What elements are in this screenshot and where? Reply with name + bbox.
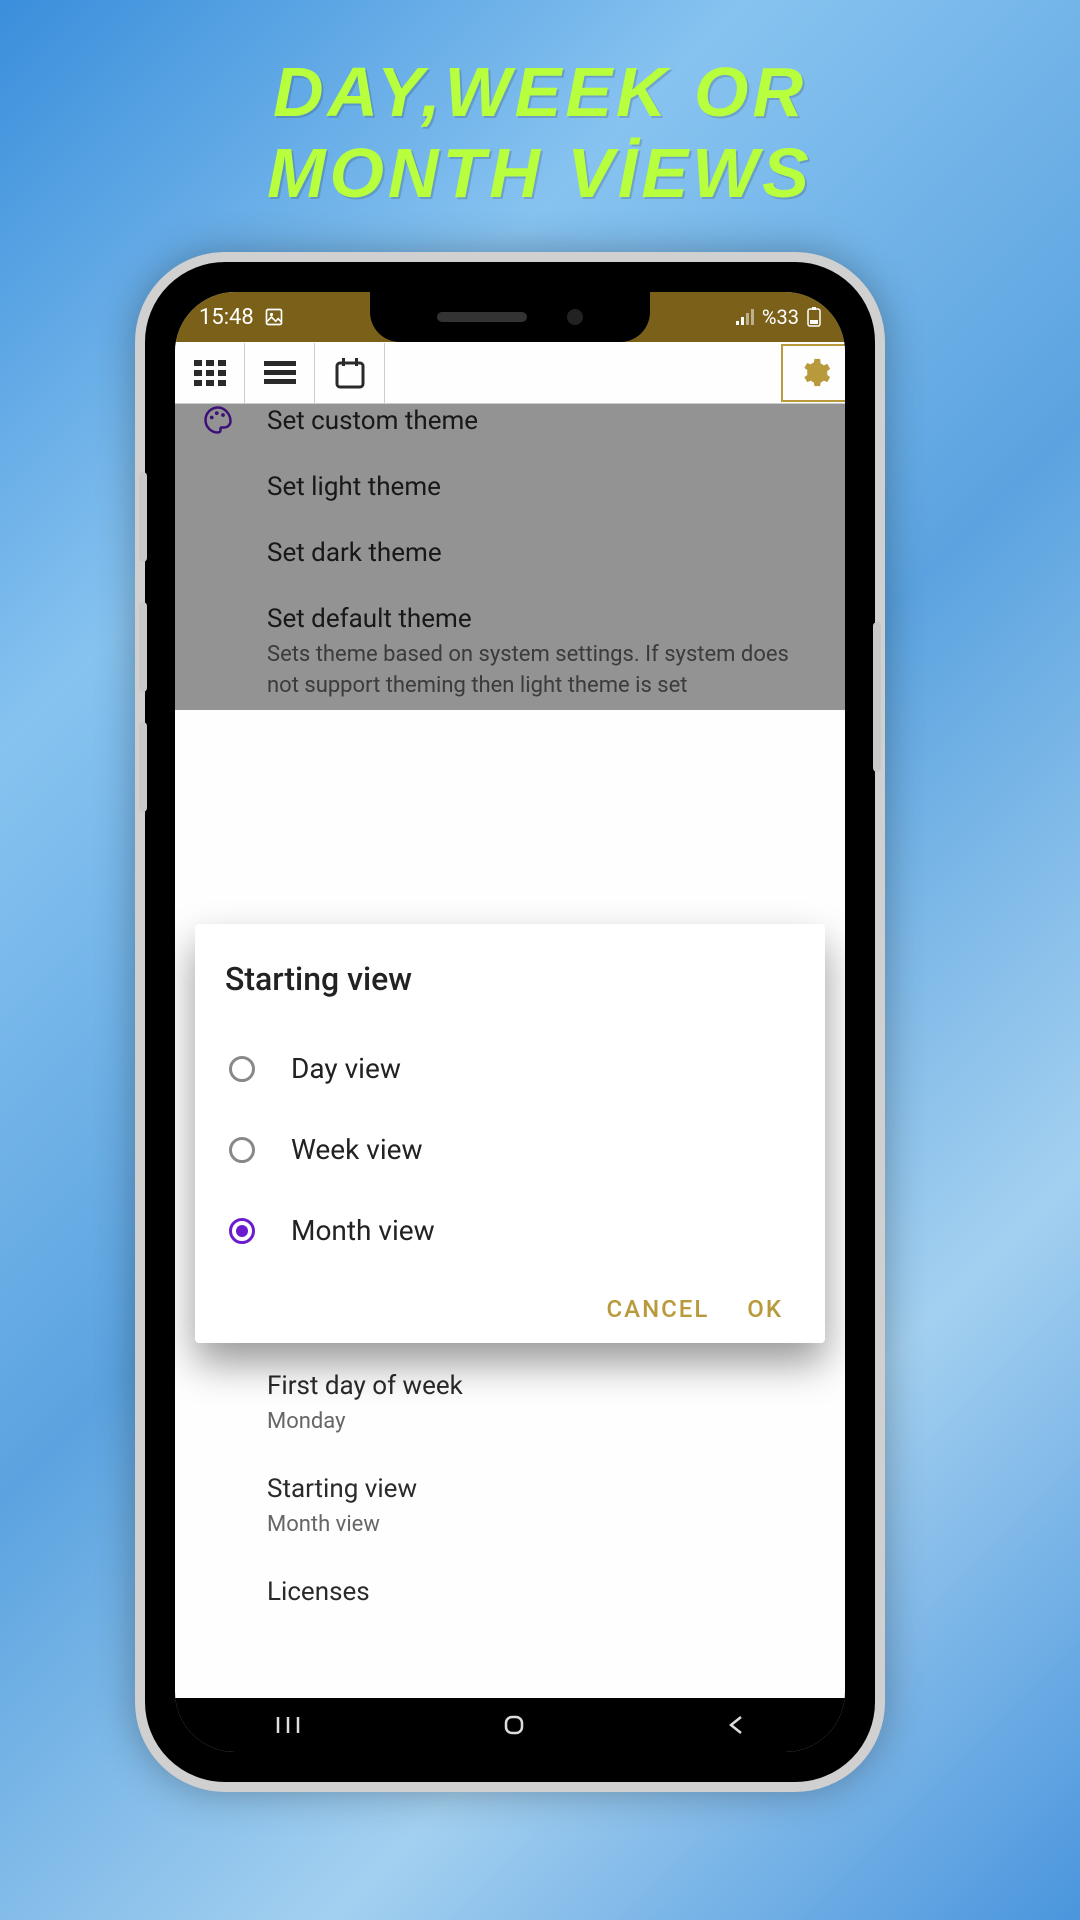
radio-label: Day view: [291, 1052, 401, 1085]
radio-icon-selected: [229, 1218, 255, 1244]
radio-label: Month view: [291, 1214, 435, 1247]
radio-icon: [229, 1137, 255, 1163]
modal-overlay[interactable]: [175, 404, 845, 710]
settings-content: Set custom theme Set light theme Set dar…: [175, 404, 845, 710]
radio-label: Week view: [291, 1133, 423, 1166]
list-view-button[interactable]: [245, 343, 315, 403]
image-icon: [264, 307, 284, 327]
settings-button[interactable]: [781, 344, 845, 402]
radio-icon: [229, 1056, 255, 1082]
phone-side-button: [873, 622, 881, 772]
status-time: 15:48: [199, 305, 254, 330]
grid-view-button[interactable]: [175, 343, 245, 403]
ok-button[interactable]: OK: [747, 1295, 783, 1323]
radio-option-day[interactable]: Day view: [225, 1028, 795, 1109]
status-battery-text: %33: [762, 305, 799, 329]
nav-recents-button[interactable]: [275, 1715, 301, 1735]
setting-subtitle: Month view: [267, 1510, 815, 1541]
calendar-icon: [335, 357, 365, 389]
cancel-button[interactable]: CANCEL: [607, 1295, 710, 1323]
starting-view-dialog: Starting view Day view Week view Month v…: [195, 924, 825, 1343]
dialog-title: Starting view: [225, 960, 795, 998]
phone-side-button: [139, 472, 147, 562]
phone-screen: 15:48 %33: [175, 292, 845, 1752]
phone-notch: [370, 292, 650, 342]
app-toolbar: [175, 342, 845, 404]
nav-home-button[interactable]: [502, 1713, 526, 1737]
promo-line-2: MONTH VİEWS: [0, 133, 1080, 214]
signal-icon: [736, 309, 754, 325]
setting-item-licenses[interactable]: Licenses: [267, 1549, 815, 1615]
setting-subtitle: Monday: [267, 1407, 815, 1438]
phone-side-button: [139, 602, 147, 692]
grid-icon: [194, 360, 226, 386]
setting-title: First day of week: [267, 1371, 815, 1401]
setting-item-first-day[interactable]: First day of week Monday: [267, 1343, 815, 1446]
setting-title: Starting view: [267, 1474, 815, 1504]
phone-side-button: [139, 722, 147, 812]
promo-headline: DAY,WEEK OR MONTH VİEWS: [0, 0, 1080, 213]
setting-title: Licenses: [267, 1577, 815, 1607]
notch-speaker: [437, 312, 527, 322]
android-nav-bar: [175, 1698, 845, 1752]
radio-option-week[interactable]: Week view: [225, 1109, 795, 1190]
notch-camera: [567, 309, 583, 325]
setting-item-starting-view[interactable]: Starting view Month view: [267, 1446, 815, 1549]
nav-back-button[interactable]: [727, 1713, 745, 1737]
radio-option-month[interactable]: Month view: [225, 1190, 795, 1271]
list-icon: [264, 361, 296, 385]
promo-line-1: DAY,WEEK OR: [0, 52, 1080, 133]
phone-frame: 15:48 %33: [135, 252, 885, 1792]
gear-icon: [797, 356, 831, 390]
calendar-view-button[interactable]: [315, 343, 385, 403]
battery-icon: [807, 307, 821, 327]
